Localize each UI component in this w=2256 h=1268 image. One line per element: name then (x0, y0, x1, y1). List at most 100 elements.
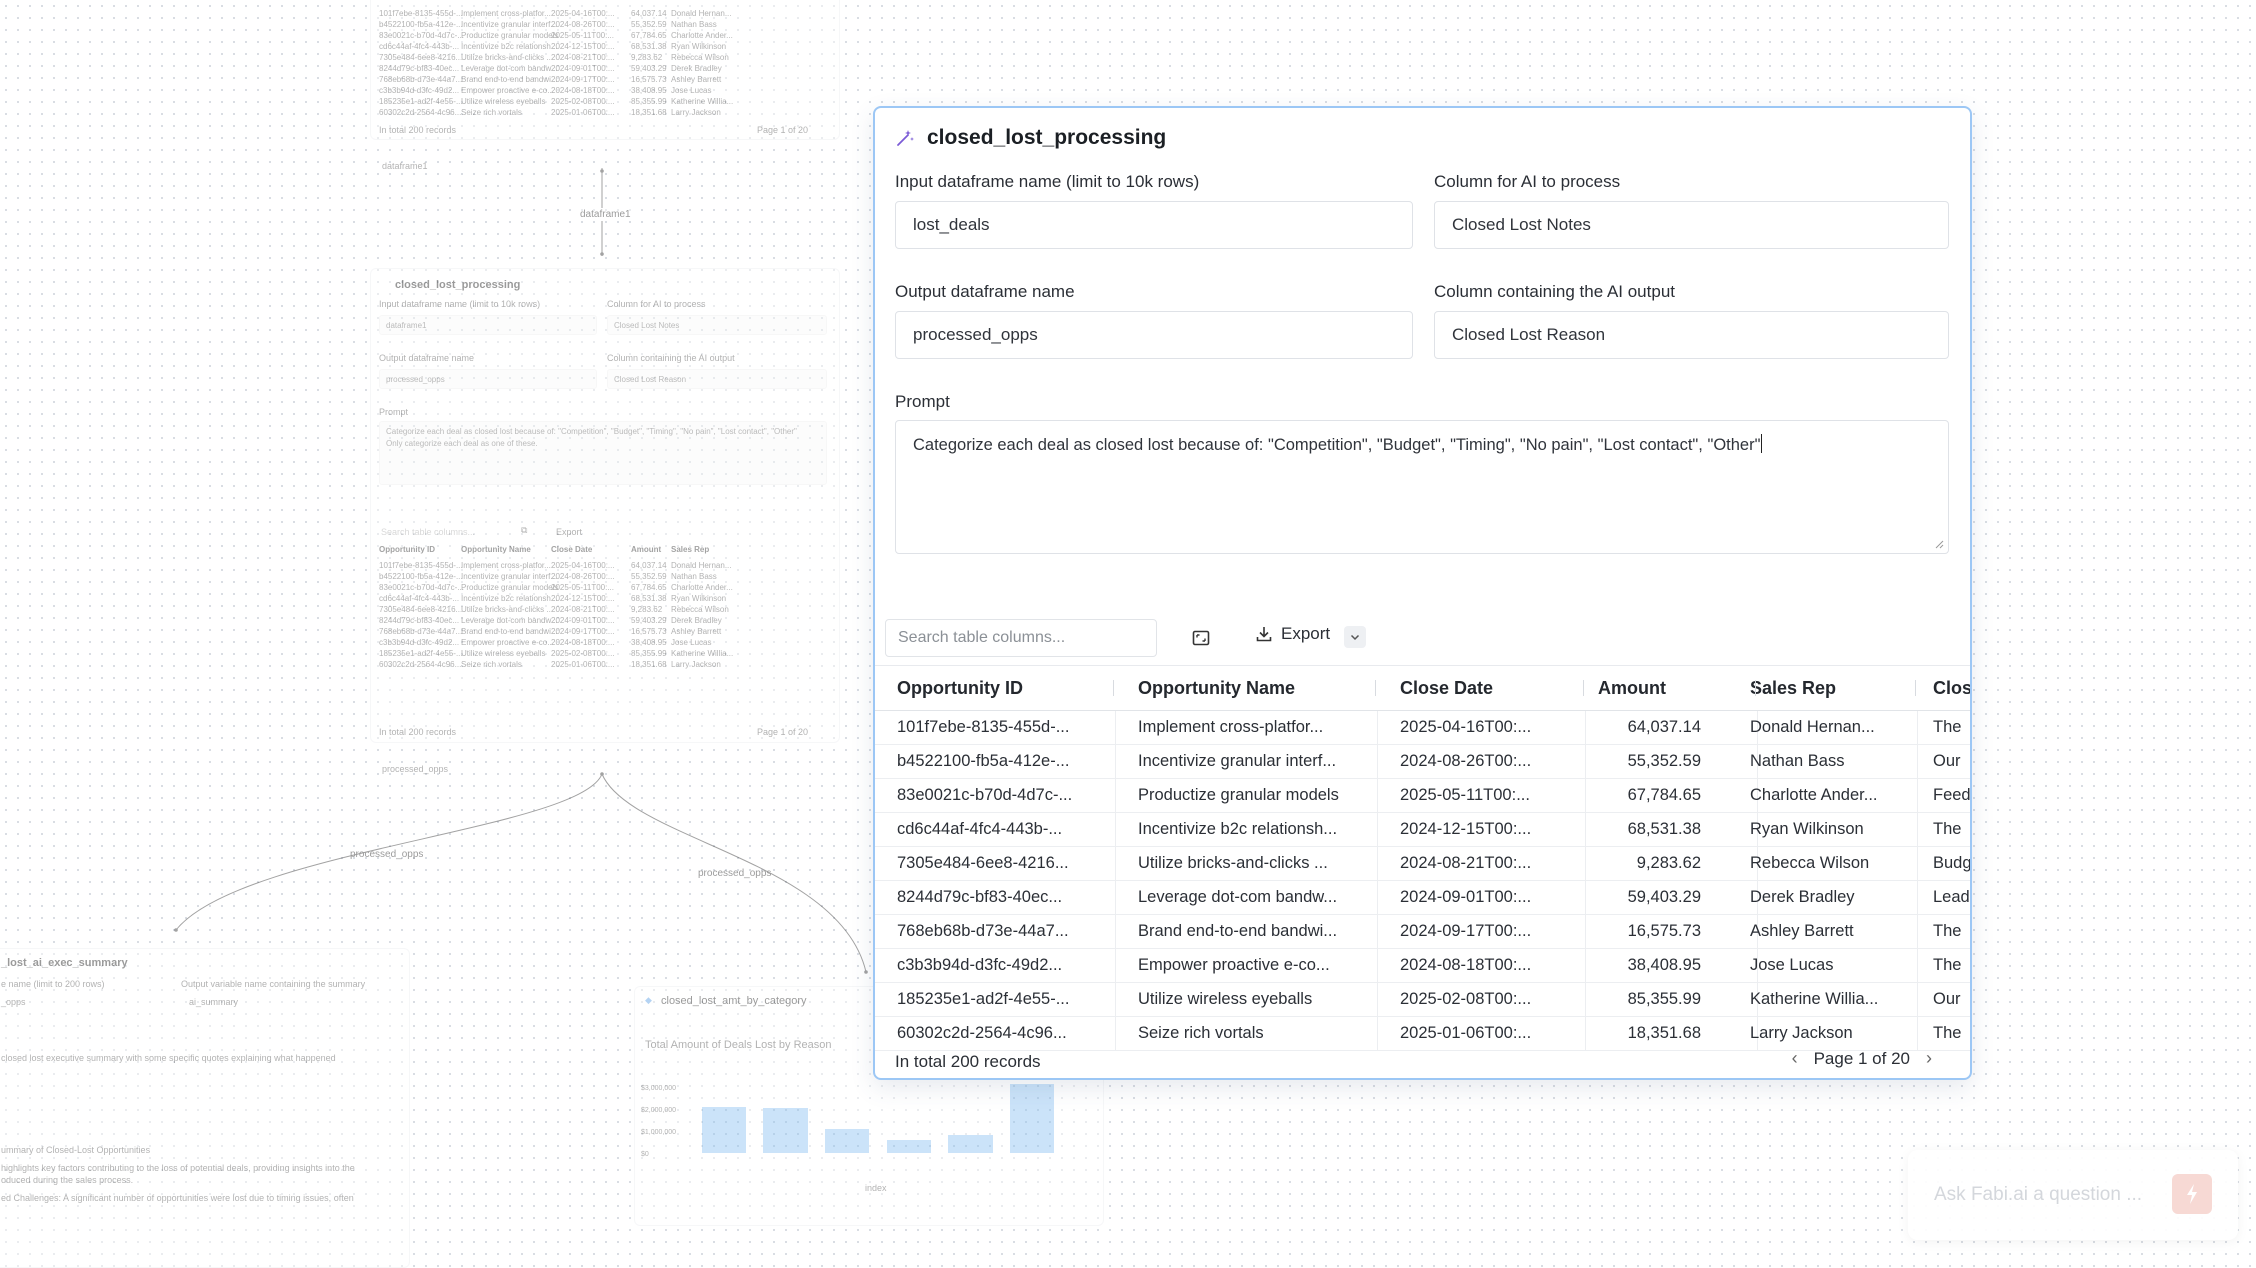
mini-search[interactable]: Search table columns... (381, 527, 475, 537)
column-resize-handle[interactable] (1755, 680, 1756, 696)
mini-table-row: b4522100-fb5a-412e-... Incentivize granul… (371, 20, 839, 36)
mini-table-cell: Jose Lucas (671, 86, 712, 95)
table-row[interactable]: 7305e484-6ee8-4216... Utilize bricks-and-… (875, 847, 1970, 881)
column-resize-handle[interactable] (1583, 680, 1584, 696)
export-dropdown-button[interactable] (1344, 626, 1366, 648)
chart-bar[interactable] (948, 1135, 993, 1153)
summary-input-value[interactable]: _opps (1, 997, 26, 1007)
mini-ai-field[interactable]: Closed Lost Reason (607, 369, 827, 389)
prev-page-chevron-icon[interactable]: ‹ (1792, 1048, 1798, 1069)
column-resize-handle[interactable] (1113, 680, 1114, 696)
ai-output-column-field[interactable]: Closed Lost Reason (1434, 311, 1949, 359)
chart-bar[interactable] (763, 1108, 808, 1153)
fullscreen-button[interactable] (1189, 626, 1213, 650)
connector-dataframe1 (600, 168, 604, 256)
table-row[interactable]: 83e0021c-b70d-4d7c-... Productize granula… (875, 779, 1970, 813)
input-dataframe-field[interactable]: lost_deals (895, 201, 1413, 249)
table-cell: 2025-01-06T00:... (1400, 1024, 1532, 1042)
column-header[interactable]: Opportunity Name (1138, 666, 1295, 710)
mini-page[interactable]: Page 1 of 20 (757, 727, 808, 737)
mini-export[interactable]: Export (556, 527, 582, 537)
mini-table-cell: 7305e484-6ee8-4216... (379, 53, 463, 62)
chart-bar[interactable] (701, 1106, 747, 1153)
table-cell: Brand end-to-end bandwi... (1138, 922, 1338, 940)
column-resize-handle[interactable] (1915, 680, 1916, 696)
mini-table-cell: Utilize wireless eyeballs (461, 97, 546, 106)
table-cell: 2025-05-11T00:... (1400, 786, 1530, 804)
mini-column-header[interactable]: Opportunity ID (379, 545, 435, 554)
table-row[interactable]: cd6c44af-4fc4-443b-... Incentivize b2c re… (875, 813, 1970, 847)
export-button[interactable]: Export (1255, 624, 1330, 644)
table-cell: 7305e484-6ee8-4216... (897, 854, 1069, 872)
mini-column-field[interactable]: Closed Lost Notes (607, 315, 827, 335)
cell-divider (1585, 813, 1586, 846)
mini-column-header[interactable]: Opportunity Name (461, 545, 531, 554)
mini-prompt-field[interactable]: Categorize each deal as closed lost beca… (379, 421, 827, 485)
magic-wand-icon (897, 130, 914, 146)
table-row[interactable]: c3b3b94d-d3fc-49d2... Empower proactive e… (875, 949, 1970, 983)
chart-bar[interactable] (1009, 1083, 1055, 1153)
table-row[interactable]: 101f7ebe-8135-455d-... Implement cross-pl… (875, 711, 1970, 745)
table-cell: b4522100-fb5a-412e-... (897, 752, 1070, 770)
column-header[interactable]: Opportunity ID (897, 666, 1023, 710)
summary-output-value[interactable]: ai_summary (189, 997, 238, 1007)
search-table-columns-input[interactable]: Search table columns... (885, 619, 1157, 657)
mini-table-cell: 2024-09-01T00:... (551, 616, 615, 625)
table-row[interactable]: 8244d79c-bf83-40ec... Leverage dot-com ba… (875, 881, 1970, 915)
summary-text3: ed Challenges: A significant number of o… (1, 1193, 354, 1203)
column-header[interactable]: Clos (1933, 666, 1970, 710)
column-field[interactable]: Closed Lost Notes (1434, 201, 1949, 249)
mini-column-header[interactable]: Close Date (551, 545, 592, 554)
column-resize-handle[interactable] (1375, 680, 1376, 696)
prompt-textarea[interactable]: Categorize each deal as closed lost beca… (895, 420, 1949, 554)
ask-ai-input[interactable]: Ask Fabi.ai a question ... (1934, 1184, 2142, 1206)
table-row[interactable]: b4522100-fb5a-412e-... Incentivize granul… (875, 745, 1970, 779)
mini-input-field[interactable]: dataframe1 (379, 315, 597, 335)
mini-table-cell: 16,575.73 (631, 627, 667, 636)
resize-handle-icon[interactable] (1934, 539, 1944, 549)
table-cell: cd6c44af-4fc4-443b-... (897, 820, 1063, 838)
cell-divider (1585, 779, 1586, 812)
ask-send-button[interactable] (2172, 1174, 2212, 1214)
table-cell: 2024-09-17T00:... (1400, 922, 1532, 940)
table-row[interactable]: 185235e1-ad2f-4e55-... Utilize wireless e… (875, 983, 1970, 1017)
column-header[interactable]: Sales Rep (1750, 666, 1836, 710)
summary-prompt[interactable]: closed lost executive summary with some … (1, 1053, 336, 1063)
table-cell: Empower proactive e-co... (1138, 956, 1330, 974)
top-page-label[interactable]: Page 1 of 20 (757, 125, 808, 135)
column-header[interactable]: Close Date (1400, 666, 1493, 710)
mini-table-cell: cd6c44af-4fc4-443b-... (379, 594, 460, 603)
mini-column-header[interactable]: Amount (631, 545, 661, 554)
mini-column-header[interactable]: Sales Rep (671, 545, 709, 554)
summary-input-label: e name (limit to 200 rows) (1, 979, 105, 989)
table-cell: 2024-12-15T00:... (1400, 820, 1532, 838)
mini-table-row: 185235e1-ad2f-4e55-... Utilize wireless e… (371, 97, 839, 113)
column-header[interactable]: Amount (1598, 666, 1666, 710)
mini-table-cell: b4522100-fb5a-412e-... (379, 572, 463, 581)
mini-table-cell: 38,408.95 (631, 638, 667, 647)
mini-table-cell: Katherine Willia... (671, 649, 734, 658)
table-cell: Utilize bricks-and-clicks ... (1138, 854, 1328, 872)
table-row[interactable]: 60302c2d-2564-4c96... Seize rich vortals 2… (875, 1017, 1970, 1051)
card-title: closed_lost_processing (927, 126, 1167, 149)
mini-refresh-icon[interactable]: ⧉ (521, 525, 527, 536)
mini-table-cell: 2024-08-21T00:... (551, 53, 615, 62)
mini-processing-card: closed_lost_processing Input dataframe n… (370, 268, 840, 743)
cell-divider (1585, 949, 1586, 982)
mini-column-label: Column for AI to process (607, 299, 706, 309)
mini-table-row: 7305e484-6ee8-4216... Utilize bricks-and-… (371, 53, 839, 69)
table-cell: Seize rich vortals (1138, 1024, 1264, 1042)
chart-bar[interactable] (886, 1140, 932, 1153)
processed-opps-node-label[interactable]: processed_opps (382, 764, 448, 774)
table-cell: 101f7ebe-8135-455d-... (897, 718, 1070, 736)
next-page-chevron-icon[interactable]: › (1926, 1048, 1932, 1069)
mini-output-field[interactable]: processed_opps (379, 369, 597, 389)
table-cell: Ashley Barrett (1750, 922, 1854, 940)
mini-table-cell: Charlotte Ander... (671, 583, 733, 592)
output-dataframe-field[interactable]: processed_opps (895, 311, 1413, 359)
table-row[interactable]: 768eb68b-d73e-44a7... Brand end-to-end ba… (875, 915, 1970, 949)
dataframe1-node-label[interactable]: dataframe1 (382, 161, 428, 171)
chart-bar[interactable] (824, 1128, 870, 1153)
ask-ai-box[interactable]: Ask Fabi.ai a question ... (1908, 1150, 2238, 1240)
mini-table-cell: Rebecca Wilson (671, 53, 729, 62)
